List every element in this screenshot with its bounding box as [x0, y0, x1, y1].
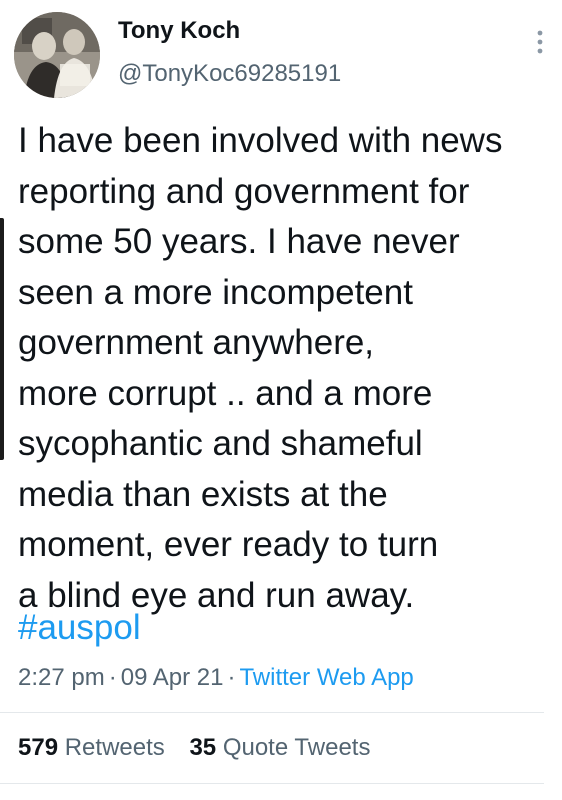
divider: [0, 712, 544, 713]
tweet-stats: 579 Retweets 35 Quote Tweets: [18, 730, 388, 766]
display-name[interactable]: Tony Koch: [118, 17, 240, 45]
retweets-count: 579: [18, 734, 59, 761]
tweet-text: I have been involved with news reporting…: [18, 121, 503, 615]
quote-tweets-count: 35: [189, 734, 217, 761]
tweet-date[interactable]: 09 Apr 21: [121, 664, 224, 691]
avatar-photo: [14, 12, 100, 98]
user-handle[interactable]: @TonyKoc69285191: [118, 60, 341, 88]
meta-separator: ·: [108, 664, 117, 691]
retweets-stat[interactable]: 579 Retweets: [18, 734, 165, 761]
meta-separator: ·: [227, 664, 236, 691]
retweets-label: Retweets: [64, 734, 165, 761]
more-icon[interactable]: [528, 22, 552, 62]
tweet-source-link[interactable]: Twitter Web App: [239, 664, 413, 691]
tweet-header: Tony Koch @TonyKoc69285191: [14, 12, 548, 100]
avatar[interactable]: [14, 12, 100, 98]
quote-tweets-stat[interactable]: 35 Quote Tweets: [189, 734, 370, 761]
divider: [0, 783, 544, 784]
hashtag-link[interactable]: #auspol: [18, 603, 141, 653]
tweet-meta: 2:27 pm · 09 Apr 21 · Twitter Web App: [18, 660, 414, 696]
scroll-indicator: [0, 218, 4, 460]
tweet-time[interactable]: 2:27 pm: [18, 664, 105, 691]
quote-tweets-label: Quote Tweets: [222, 734, 371, 761]
